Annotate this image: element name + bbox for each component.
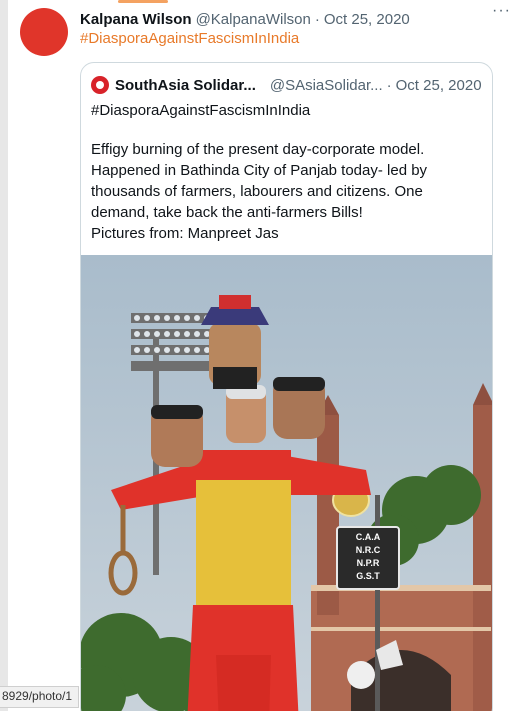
tweet-date[interactable]: Oct 25, 2020 [324,11,410,28]
quoted-author-handle[interactable]: @SAsiaSolidar... [270,77,383,94]
sign-line: G.S.T [356,571,380,581]
browser-gutter [0,0,8,711]
more-options-icon[interactable]: ··· [492,2,511,20]
author-avatar[interactable] [20,8,68,56]
quoted-author-name[interactable]: SouthAsia Solidar... [115,77,256,94]
hashtag-link[interactable]: #DiasporaAgainstFascismInIndia [80,30,299,47]
quoted-date[interactable]: Oct 25, 2020 [396,77,482,94]
quoted-tweet[interactable]: SouthAsia Solidar... @SAsiaSolidar... · … [80,62,493,711]
quoted-text-line: thousands of farmers, labourers and citi… [91,183,423,200]
tweet-header: Kalpana Wilson @KalpanaWilson · Oct 25, … [80,8,500,30]
separator-dot: · [386,76,392,94]
quoted-text: Effigy burning of the present day-corpor… [91,139,481,244]
separator-dot: · [314,10,320,28]
quoted-text-line: Happened in Bathinda City of Panjab toda… [91,162,428,179]
sign-line: N.P.R [357,558,380,568]
quoted-text-line: Effigy burning of the present day-corpor… [91,141,425,158]
status-url: 8929/photo/1 [0,686,80,708]
quoted-hashtag[interactable]: #DiasporaAgainstFascismInIndia [91,102,310,119]
author-name[interactable]: Kalpana Wilson [80,11,192,28]
effigy-photo: C.A.A N.R.C N.P.R G.S.T [81,255,492,711]
quoted-avatar[interactable] [91,76,109,94]
quoted-text-line: demand, take back the anti-farmers Bills… [91,204,363,221]
author-handle[interactable]: @KalpanaWilson [196,11,311,28]
quoted-header: SouthAsia Solidar... @SAsiaSolidar... · … [91,75,486,95]
sign-line: N.R.C [356,545,381,555]
sign-line: C.A.A [356,532,381,542]
tweet-photo[interactable]: C.A.A N.R.C N.P.R G.S.T [81,255,492,711]
tweet[interactable]: Kalpana Wilson @KalpanaWilson · Oct 25, … [8,0,515,711]
quoted-text-line: Pictures from: Manpreet Jas [91,225,279,242]
